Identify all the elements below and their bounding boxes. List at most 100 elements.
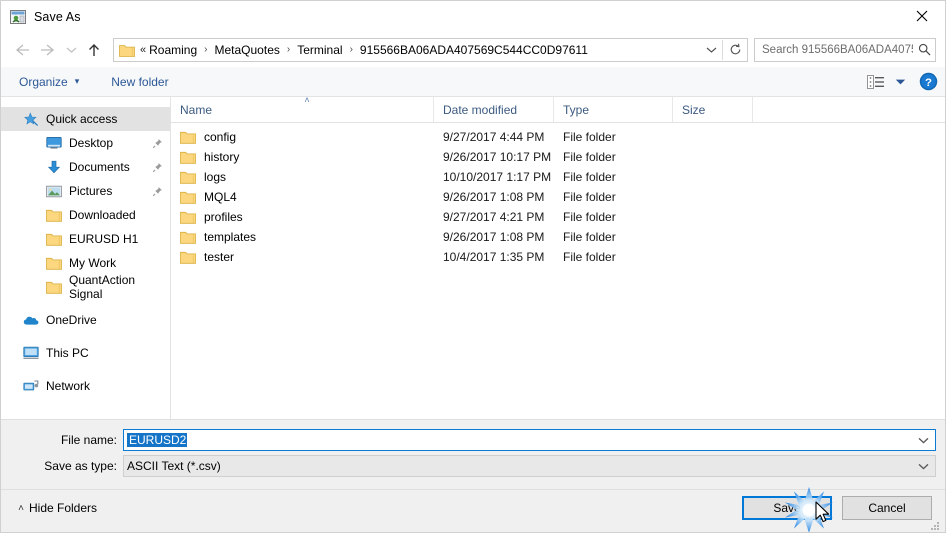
- hide-folders-button[interactable]: ˄ Hide Folders: [13, 501, 97, 515]
- help-button[interactable]: ?: [911, 67, 945, 96]
- file-type-cell: File folder: [563, 250, 616, 264]
- chevron-down-icon: [66, 47, 76, 53]
- file-name-dropdown-button[interactable]: [911, 430, 935, 450]
- folder-icon: [180, 190, 196, 204]
- command-toolbar: Organize ▾ New folder ?: [1, 67, 945, 97]
- save-button[interactable]: Save: [742, 496, 832, 520]
- resize-grip-icon[interactable]: [929, 520, 941, 532]
- table-row[interactable]: MQL4 9/26/2017 1:08 PM File folder: [171, 187, 945, 207]
- sidebar-item-documents[interactable]: Documents: [1, 155, 170, 179]
- pin-icon[interactable]: [150, 160, 164, 174]
- breadcrumb-item-3[interactable]: 915566BA06ADA407569C544CC0D97611: [359, 39, 589, 61]
- file-name-label: profiles: [204, 210, 243, 224]
- sidebar-item-label: QuantAction Signal: [69, 273, 136, 301]
- network-icon: [22, 378, 40, 394]
- breadcrumb-separator[interactable]: ›: [281, 39, 296, 61]
- metatrader-app-icon: [10, 9, 26, 25]
- search-box[interactable]: Search 915566BA06ADA40756...: [754, 37, 936, 62]
- save-as-type-select[interactable]: ASCII Text (*.csv): [123, 455, 936, 477]
- forward-button[interactable]: [35, 37, 61, 63]
- column-header-name[interactable]: Name ˄: [171, 95, 434, 122]
- address-dropdown-button[interactable]: [700, 39, 722, 61]
- column-header-label: Type: [563, 102, 590, 117]
- up-button[interactable]: [81, 37, 107, 63]
- pin-icon[interactable]: [150, 136, 164, 150]
- search-input[interactable]: Search 915566BA06ADA40756...: [755, 44, 913, 56]
- cancel-button-label: Cancel: [868, 501, 906, 515]
- sidebar-item-label: This PC: [46, 346, 89, 360]
- column-header-size[interactable]: Size: [673, 97, 753, 122]
- file-date-cell: 10/4/2017 1:35 PM: [443, 250, 545, 264]
- sidebar-item-quantaction-signal[interactable]: QuantAction Signal: [1, 273, 170, 301]
- folder-icon: [180, 210, 196, 224]
- table-row[interactable]: tester 10/4/2017 1:35 PM File folder: [171, 247, 945, 267]
- table-row[interactable]: config 9/27/2017 4:44 PM File folder: [171, 127, 945, 147]
- breadcrumb-item-1[interactable]: MetaQuotes: [214, 39, 281, 61]
- folder-icon: [119, 43, 135, 57]
- column-header-type[interactable]: Type: [554, 97, 673, 122]
- organize-button[interactable]: Organize ▾: [11, 67, 87, 96]
- sidebar-item-quick-access[interactable]: Quick access: [1, 107, 170, 131]
- table-row[interactable]: templates 9/26/2017 1:08 PM File folder: [171, 227, 945, 247]
- file-name-cell: templates: [171, 230, 434, 244]
- list-view-icon[interactable]: [863, 67, 889, 96]
- recent-locations-button[interactable]: [61, 37, 81, 63]
- folder-icon: [180, 170, 196, 184]
- folder-icon: [180, 150, 196, 164]
- column-header-label: Name: [180, 102, 213, 117]
- new-folder-button[interactable]: New folder: [103, 67, 176, 96]
- breadcrumb-separator[interactable]: ›: [344, 39, 359, 61]
- cancel-button[interactable]: Cancel: [842, 496, 932, 520]
- sidebar-item-pictures[interactable]: Pictures: [1, 179, 170, 203]
- file-type-cell: File folder: [563, 130, 616, 144]
- chevron-down-icon: [918, 463, 928, 470]
- column-header-date-modified[interactable]: Date modified: [434, 97, 554, 122]
- folder-icon: [45, 207, 63, 223]
- column-headers: Name ˄ Date modified Type Size: [171, 95, 945, 123]
- breadcrumb-item-2[interactable]: Terminal: [296, 39, 343, 61]
- folder-icon: [180, 250, 196, 264]
- navigation-pane: Quick access Desktop Documents Pictures …: [1, 97, 171, 419]
- file-name-label: MQL4: [204, 190, 237, 204]
- chevron-down-icon: ▾: [74, 76, 80, 86]
- breadcrumb-separator[interactable]: ›: [198, 39, 213, 61]
- sidebar-item-this-pc[interactable]: This PC: [1, 341, 170, 365]
- back-button[interactable]: [9, 37, 35, 63]
- refresh-button[interactable]: [723, 39, 747, 61]
- sidebar-item-my-work[interactable]: My Work: [1, 251, 170, 275]
- save-as-type-dropdown-button[interactable]: [911, 456, 935, 476]
- sidebar-item-eurusd-h1[interactable]: EURUSD H1: [1, 227, 170, 251]
- sidebar-item-onedrive[interactable]: OneDrive: [1, 308, 170, 332]
- breadcrumb-overflow[interactable]: «: [140, 39, 148, 61]
- breadcrumb-item-0[interactable]: Roaming: [148, 39, 198, 61]
- table-row[interactable]: profiles 9/27/2017 4:21 PM File folder: [171, 207, 945, 227]
- file-name-value[interactable]: EURUSD2: [127, 433, 188, 447]
- file-name-value-wrap[interactable]: EURUSD2: [124, 433, 911, 447]
- sidebar-item-desktop[interactable]: Desktop: [1, 131, 170, 155]
- column-header-label: Size: [682, 102, 706, 117]
- close-button[interactable]: [899, 1, 945, 31]
- file-name-cell: MQL4: [171, 190, 434, 204]
- new-folder-label: New folder: [111, 74, 169, 89]
- table-row[interactable]: history 9/26/2017 10:17 PM File folder: [171, 147, 945, 167]
- pictures-icon: [45, 183, 63, 199]
- this-pc-icon: [22, 345, 40, 361]
- sidebar-item-network[interactable]: Network: [1, 374, 170, 398]
- sidebar-item-downloaded[interactable]: Downloaded: [1, 203, 170, 227]
- folder-icon: [180, 130, 196, 144]
- sidebar-item-label: Quick access: [46, 112, 118, 126]
- organize-label: Organize: [19, 74, 68, 89]
- file-name-cell: profiles: [171, 210, 434, 224]
- file-name-input[interactable]: EURUSD2: [123, 429, 936, 451]
- table-row[interactable]: logs 10/10/2017 1:17 PM File folder: [171, 167, 945, 187]
- onedrive-cloud-icon: [22, 312, 40, 328]
- file-list-pane: Name ˄ Date modified Type Size config 9/…: [171, 95, 945, 419]
- close-icon: [916, 10, 928, 22]
- address-bar[interactable]: « Roaming › MetaQuotes › Terminal › 9155…: [113, 37, 748, 62]
- file-date-cell: 10/10/2017 1:17 PM: [443, 170, 552, 184]
- view-options-button[interactable]: [889, 67, 911, 96]
- breadcrumb: « Roaming › MetaQuotes › Terminal › 9155…: [140, 39, 700, 61]
- toolbar-right-group: ?: [863, 67, 945, 96]
- sort-ascending-icon: ˄: [304, 95, 310, 105]
- pin-icon[interactable]: [150, 184, 164, 198]
